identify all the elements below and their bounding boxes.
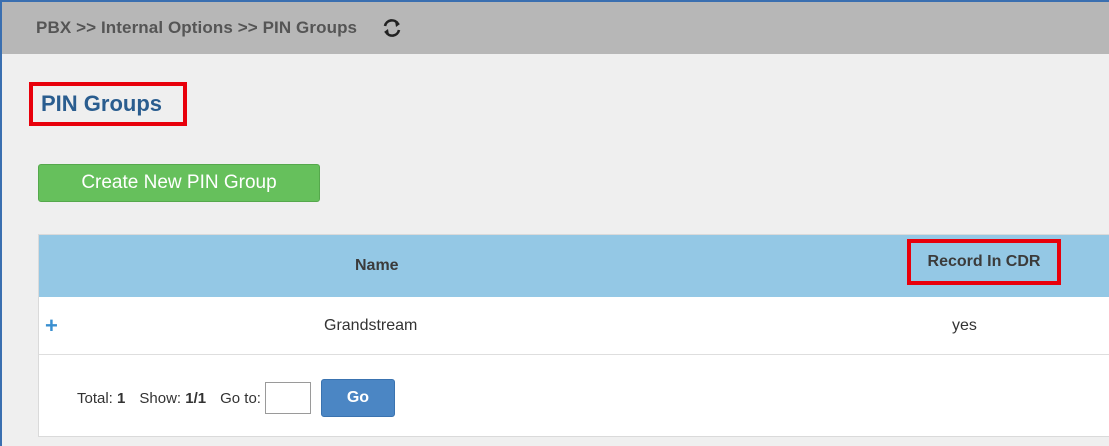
pin-groups-table: Name Record In CDR + Grandstream yes Tot…: [38, 234, 1109, 437]
goto-label: Go to:: [220, 389, 261, 407]
create-pin-group-button[interactable]: Create New PIN Group: [38, 164, 320, 202]
page-frame: PBX >> Internal Options >> PIN Groups PI…: [0, 0, 1109, 446]
cell-name: Grandstream: [324, 317, 418, 334]
column-header-record-in-cdr[interactable]: Record In CDR: [907, 239, 1061, 285]
cell-record-in-cdr: yes: [952, 317, 977, 334]
total-value: 1: [117, 389, 126, 407]
refresh-icon[interactable]: [381, 17, 403, 39]
page-title: PIN Groups: [41, 91, 163, 116]
table-row: + Grandstream yes: [39, 297, 1109, 355]
goto-page-input[interactable]: [264, 382, 311, 414]
go-button[interactable]: Go: [320, 379, 395, 417]
breadcrumb: PBX >> Internal Options >> PIN Groups: [36, 18, 358, 37]
table-header: Name Record In CDR: [39, 235, 1109, 297]
pagination: Total: 1 Show: 1/1 Go to: Go: [77, 379, 395, 417]
column-header-name[interactable]: Name: [355, 235, 399, 297]
total-label: Total:: [77, 389, 113, 407]
show-value: 1/1: [185, 389, 207, 407]
plus-icon[interactable]: +: [45, 315, 58, 337]
page-title-highlight: PIN Groups: [29, 82, 187, 126]
breadcrumb-bar: PBX >> Internal Options >> PIN Groups: [2, 2, 1109, 54]
show-label: Show:: [139, 389, 182, 407]
